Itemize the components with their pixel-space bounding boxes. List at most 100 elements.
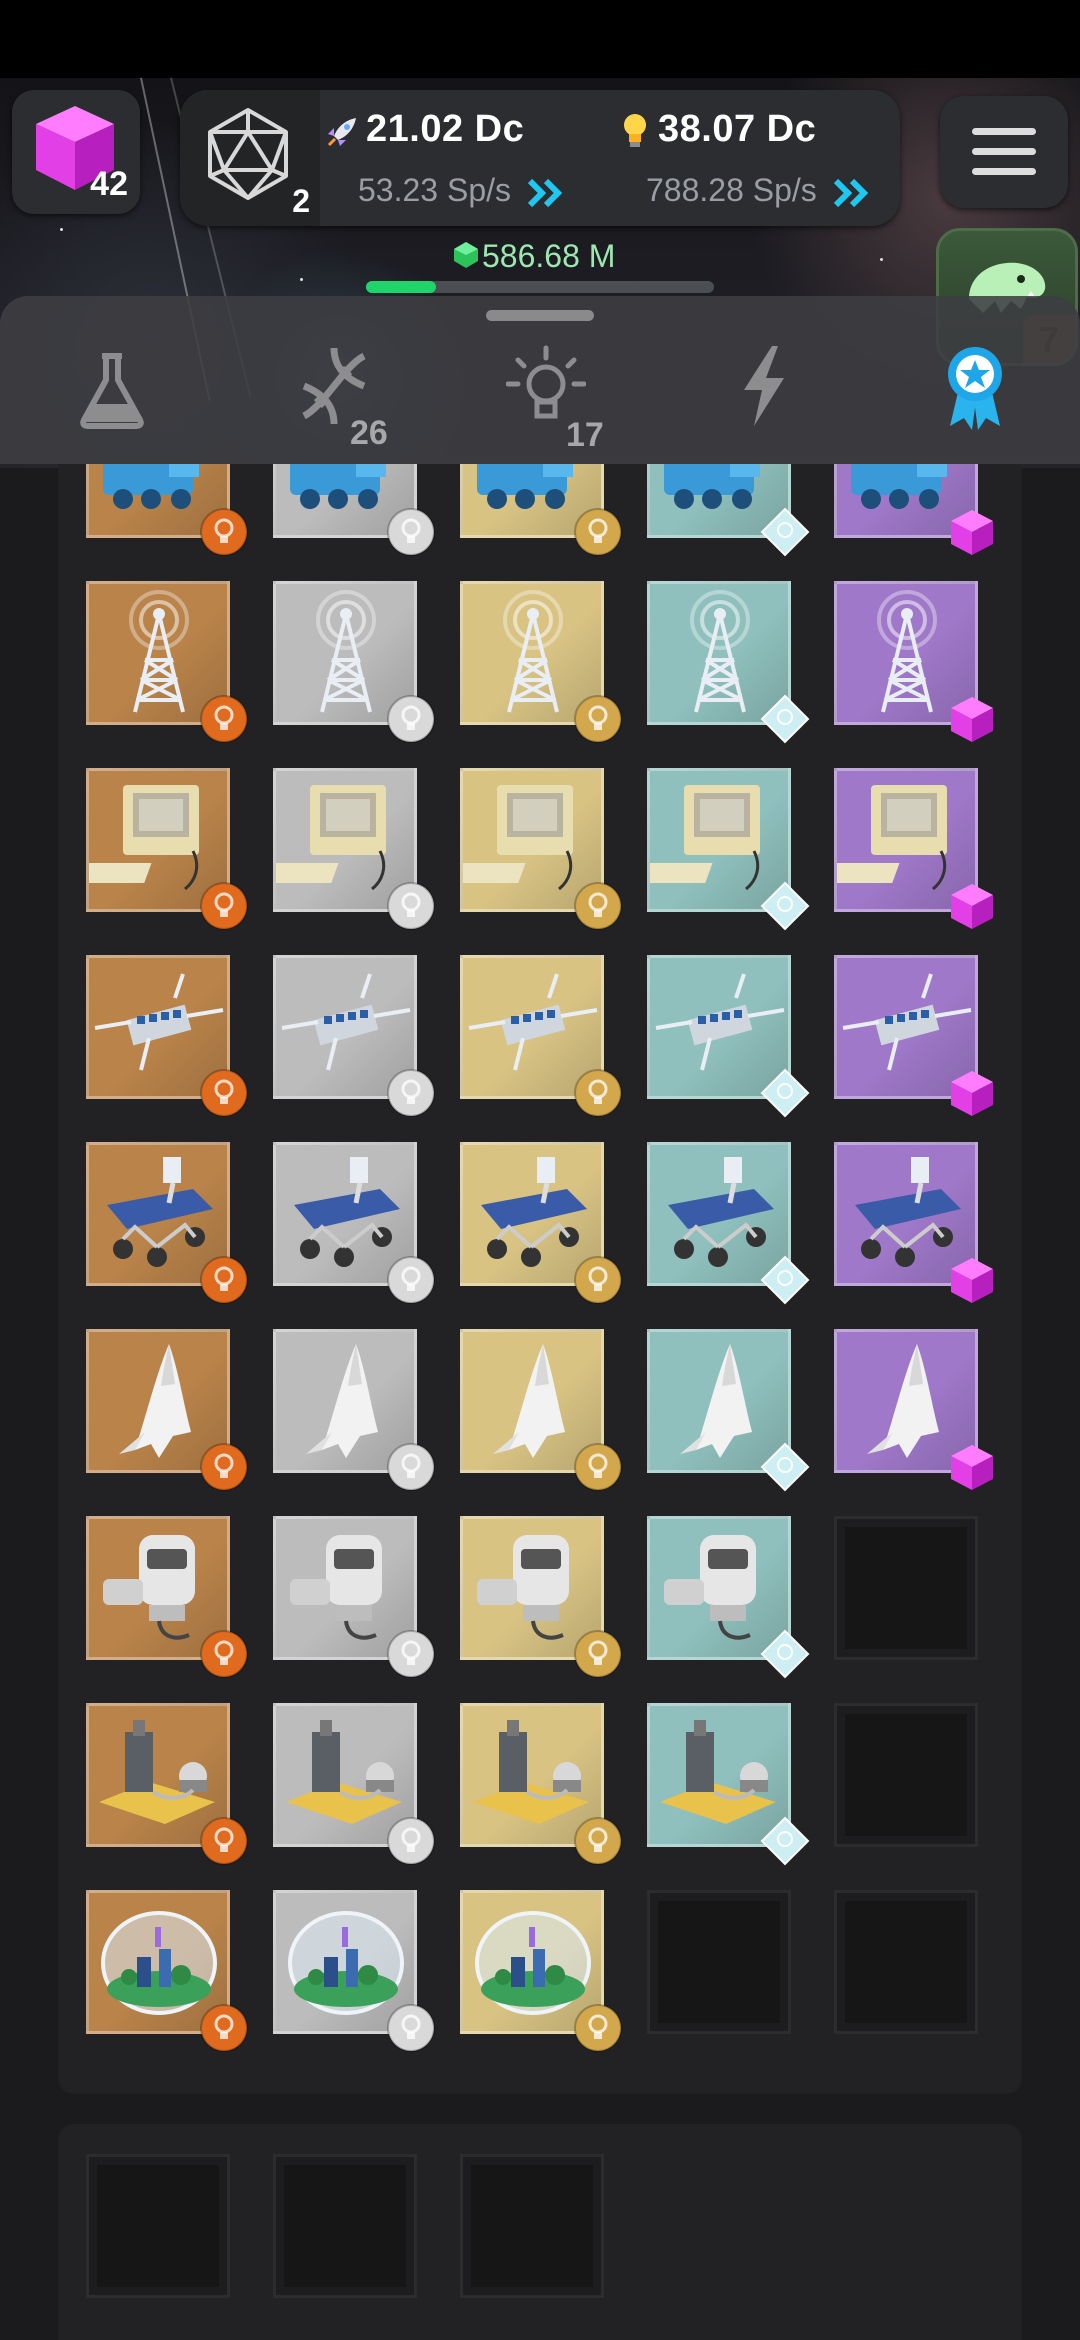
gold-bulb-badge-icon	[574, 882, 622, 930]
achievement-tile[interactable]	[647, 1703, 810, 1866]
bronze-bulb-badge-icon	[200, 2004, 248, 2052]
achievement-tile[interactable]	[273, 1516, 435, 1678]
achievement-tile[interactable]	[647, 1142, 810, 1305]
achievement-tile[interactable]	[834, 955, 993, 1116]
achievement-tile[interactable]	[273, 1142, 435, 1304]
empty-slot	[647, 1890, 791, 2034]
empty-slot	[273, 2154, 417, 2298]
amethyst-cube-icon	[951, 697, 993, 742]
achievement-tile[interactable]	[460, 768, 622, 930]
d20-icon	[208, 108, 288, 200]
achievement-tile[interactable]	[460, 581, 622, 743]
bronze-bulb-badge-icon	[200, 508, 248, 556]
bronze-bulb-badge-icon	[200, 695, 248, 743]
gold-bulb-badge-icon	[574, 508, 622, 556]
achievement-tile[interactable]	[647, 768, 810, 931]
achievement-tile[interactable]	[460, 955, 622, 1117]
tab-power[interactable]	[704, 336, 824, 446]
amethyst-cube-icon	[951, 1445, 993, 1490]
achievement-tile[interactable]	[273, 1890, 435, 2052]
achievement-tile[interactable]	[86, 1142, 248, 1304]
achievement-tile[interactable]	[273, 1703, 435, 1865]
achievement-tile[interactable]	[834, 1142, 993, 1303]
diamond-tier-icon	[760, 507, 810, 557]
achievement-tile[interactable]	[273, 464, 435, 556]
silver-bulb-badge-icon	[387, 2004, 435, 2052]
dna-count: 26	[350, 414, 388, 452]
diamond-tier-icon	[760, 881, 810, 931]
achievement-tile[interactable]	[460, 1703, 622, 1865]
gold-bulb-badge-icon	[574, 695, 622, 743]
tab-achievements[interactable]	[920, 336, 1040, 446]
bronze-bulb-badge-icon	[200, 1256, 248, 1304]
achievement-tile[interactable]	[273, 955, 435, 1117]
rocket-rate[interactable]: 53.23 Sp/s	[358, 172, 566, 209]
lightning-icon	[744, 346, 784, 426]
amethyst-cube-icon	[951, 1258, 993, 1303]
achievement-tile[interactable]	[86, 768, 248, 930]
silver-bulb-badge-icon	[387, 695, 435, 743]
drag-handle[interactable]	[486, 310, 594, 321]
flask-icon	[80, 353, 144, 429]
gold-bulb-badge-icon	[574, 2004, 622, 2052]
achievement-tile[interactable]	[647, 1516, 810, 1679]
gold-bulb-badge-icon	[574, 1069, 622, 1117]
achievement-tile[interactable]	[460, 1142, 622, 1304]
achievement-tile[interactable]	[86, 464, 248, 556]
resource-panel[interactable]: 2 21.02 Dc 53.23 Sp/s 38.07 Dc 788.28 Sp…	[180, 90, 900, 226]
achievement-tile[interactable]	[834, 464, 993, 555]
silver-bulb-badge-icon	[387, 1069, 435, 1117]
achievement-tile[interactable]	[273, 1329, 435, 1491]
achievement-tile[interactable]	[273, 581, 435, 743]
d20-count: 2	[292, 183, 310, 219]
tab-dna[interactable]: 26	[276, 336, 396, 452]
achievement-tile[interactable]	[460, 1516, 622, 1678]
tab-research[interactable]	[54, 336, 174, 446]
amethyst-cube-icon	[951, 1071, 993, 1116]
silver-bulb-badge-icon	[387, 508, 435, 556]
bronze-bulb-badge-icon	[200, 882, 248, 930]
diamond-tier-icon	[760, 1068, 810, 1118]
silver-bulb-badge-icon	[387, 882, 435, 930]
award-ribbon-icon	[948, 347, 1002, 430]
ideas-count: 17	[566, 416, 604, 454]
empty-slot	[460, 2154, 604, 2298]
achievement-tile[interactable]	[86, 1516, 248, 1678]
achievement-tile[interactable]	[647, 464, 810, 557]
bronze-bulb-badge-icon	[200, 1630, 248, 1678]
achievement-tile[interactable]	[460, 1329, 622, 1491]
achievement-tile[interactable]	[647, 1329, 810, 1492]
bronze-bulb-badge-icon	[200, 1069, 248, 1117]
achievement-tile[interactable]	[86, 955, 248, 1117]
d20-cell[interactable]: 2	[180, 90, 320, 226]
hamburger-line	[972, 168, 1036, 175]
achievement-tile[interactable]	[647, 581, 810, 744]
rocket-icon	[327, 118, 356, 147]
tab-ideas[interactable]: 17	[488, 336, 608, 454]
gem-cube-button[interactable]: 42	[12, 90, 140, 214]
achievement-tile[interactable]	[86, 581, 248, 743]
cube-count: 42	[90, 165, 128, 203]
achievement-tile[interactable]	[460, 464, 622, 556]
achievement-tile[interactable]	[86, 1890, 248, 2052]
silver-bulb-badge-icon	[387, 1443, 435, 1491]
green-gem-icon	[454, 242, 478, 268]
gold-bulb-badge-icon	[574, 1256, 622, 1304]
achievement-tile[interactable]	[86, 1329, 248, 1491]
achievement-tile[interactable]	[834, 1329, 993, 1490]
double-chevron-icon	[833, 178, 868, 207]
gem-progress-bar	[366, 281, 714, 293]
achievement-tile[interactable]	[834, 768, 993, 929]
menu-button[interactable]	[940, 96, 1068, 208]
achievement-tile[interactable]	[273, 768, 435, 930]
achievement-tile[interactable]	[460, 1890, 622, 2052]
amethyst-cube-icon	[951, 884, 993, 929]
bulb-rate[interactable]: 788.28 Sp/s	[646, 172, 872, 209]
achievement-tile[interactable]	[834, 581, 993, 742]
achievement-tile[interactable]	[647, 955, 810, 1118]
empty-slot	[86, 2154, 230, 2298]
hamburger-line	[972, 128, 1036, 135]
empty-slot	[834, 1703, 978, 1847]
achievement-tile[interactable]	[86, 1703, 248, 1865]
bronze-bulb-badge-icon	[200, 1443, 248, 1491]
